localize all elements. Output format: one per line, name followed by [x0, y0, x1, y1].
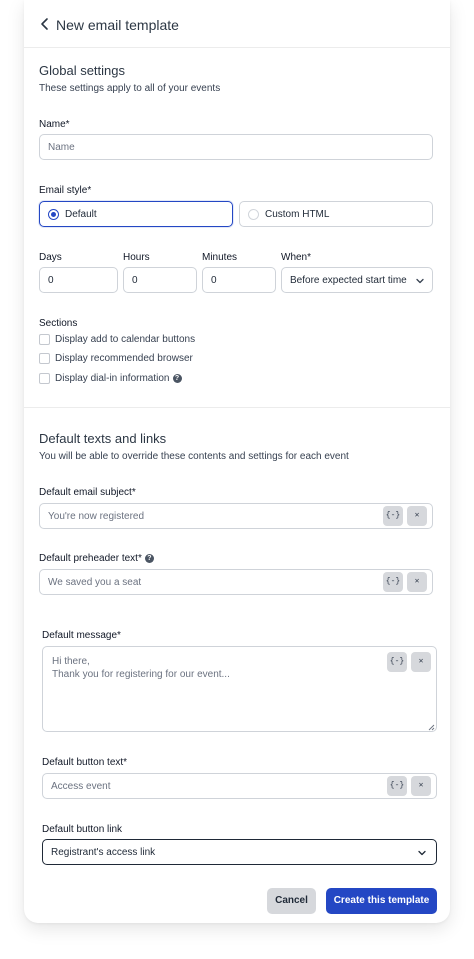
minutes-label: Minutes: [202, 252, 238, 263]
style-custom-html-radio[interactable]: Custom HTML: [239, 201, 433, 227]
checkbox-label: Display add to calendar buttons: [55, 334, 196, 345]
global-settings-subtitle: These settings apply to all of your even…: [39, 83, 221, 94]
days-label: Days: [39, 252, 62, 263]
style-default-radio[interactable]: Default: [39, 201, 233, 227]
defaults-subtitle: You will be able to override these conte…: [39, 451, 349, 462]
name-label: Name*: [39, 119, 70, 130]
checkbox-recommended-browser[interactable]: Display recommended browser: [39, 353, 239, 365]
cancel-button[interactable]: Cancel: [267, 888, 316, 914]
checkbox-label: Display recommended browser: [55, 353, 193, 364]
insert-variable-button[interactable]: {-}: [387, 776, 407, 796]
radio-unselected-icon: [248, 209, 259, 220]
checkbox-dial-in[interactable]: Display dial-in information?: [39, 373, 239, 385]
checkbox-calendar-buttons[interactable]: Display add to calendar buttons: [39, 334, 239, 346]
message-label: Default message*: [42, 630, 121, 641]
email-style-label: Email style*: [39, 185, 92, 196]
checkbox-label-with-info: Display dial-in information?: [55, 373, 182, 384]
button-link-select[interactable]: Registrant's access link: [42, 839, 437, 865]
clear-button[interactable]: ✕: [411, 776, 431, 796]
hours-input[interactable]: [123, 267, 197, 293]
chevron-down-icon: [418, 850, 426, 856]
info-icon[interactable]: ?: [144, 553, 154, 563]
chevron-left-icon[interactable]: [37, 14, 53, 34]
when-select[interactable]: Before expected start time: [281, 267, 433, 293]
style-custom-html-label: Custom HTML: [265, 209, 330, 220]
page-title: New email template: [56, 17, 179, 33]
header: New email template: [24, 0, 450, 48]
checkbox-label: Display dial-in information: [55, 373, 170, 384]
resize-handle-icon[interactable]: [428, 724, 435, 731]
days-input[interactable]: [39, 267, 118, 293]
global-settings-title: Global settings: [39, 63, 125, 78]
preheader-label-row: Default preheader text*?: [39, 553, 154, 564]
checkbox[interactable]: [39, 373, 50, 384]
info-icon[interactable]: ?: [172, 373, 182, 383]
email-template-card: New email template Global settings These…: [24, 0, 450, 923]
sections-label: Sections: [39, 318, 78, 329]
checkbox[interactable]: [39, 334, 50, 345]
button-link-label: Default button link: [42, 824, 123, 835]
insert-variable-button[interactable]: {-}: [387, 652, 407, 672]
chevron-down-icon: [416, 278, 424, 284]
create-template-button[interactable]: Create this template: [326, 888, 437, 914]
clear-button[interactable]: ✕: [411, 652, 431, 672]
message-textarea[interactable]: [42, 646, 437, 732]
clear-button[interactable]: ✕: [407, 506, 427, 526]
when-value: Before expected start time: [290, 275, 407, 286]
name-input[interactable]: [39, 134, 433, 160]
radio-selected-icon: [48, 209, 59, 220]
preheader-label: Default preheader text*: [39, 553, 142, 564]
clear-button[interactable]: ✕: [407, 572, 427, 592]
insert-variable-button[interactable]: {-}: [383, 506, 403, 526]
minutes-input[interactable]: [202, 267, 276, 293]
when-label: When*: [281, 252, 312, 263]
style-default-label: Default: [65, 209, 97, 220]
button-text-input[interactable]: [42, 773, 437, 799]
subject-label: Default email subject*: [39, 487, 136, 498]
hours-label: Hours: [123, 252, 150, 263]
insert-variable-button[interactable]: {-}: [383, 572, 403, 592]
button-text-label: Default button text*: [42, 757, 128, 768]
section-divider: [24, 407, 450, 408]
preheader-input[interactable]: [39, 569, 433, 595]
button-link-value: Registrant's access link: [51, 847, 156, 858]
checkbox[interactable]: [39, 353, 50, 364]
defaults-title: Default texts and links: [39, 431, 167, 446]
subject-input[interactable]: [39, 503, 433, 529]
